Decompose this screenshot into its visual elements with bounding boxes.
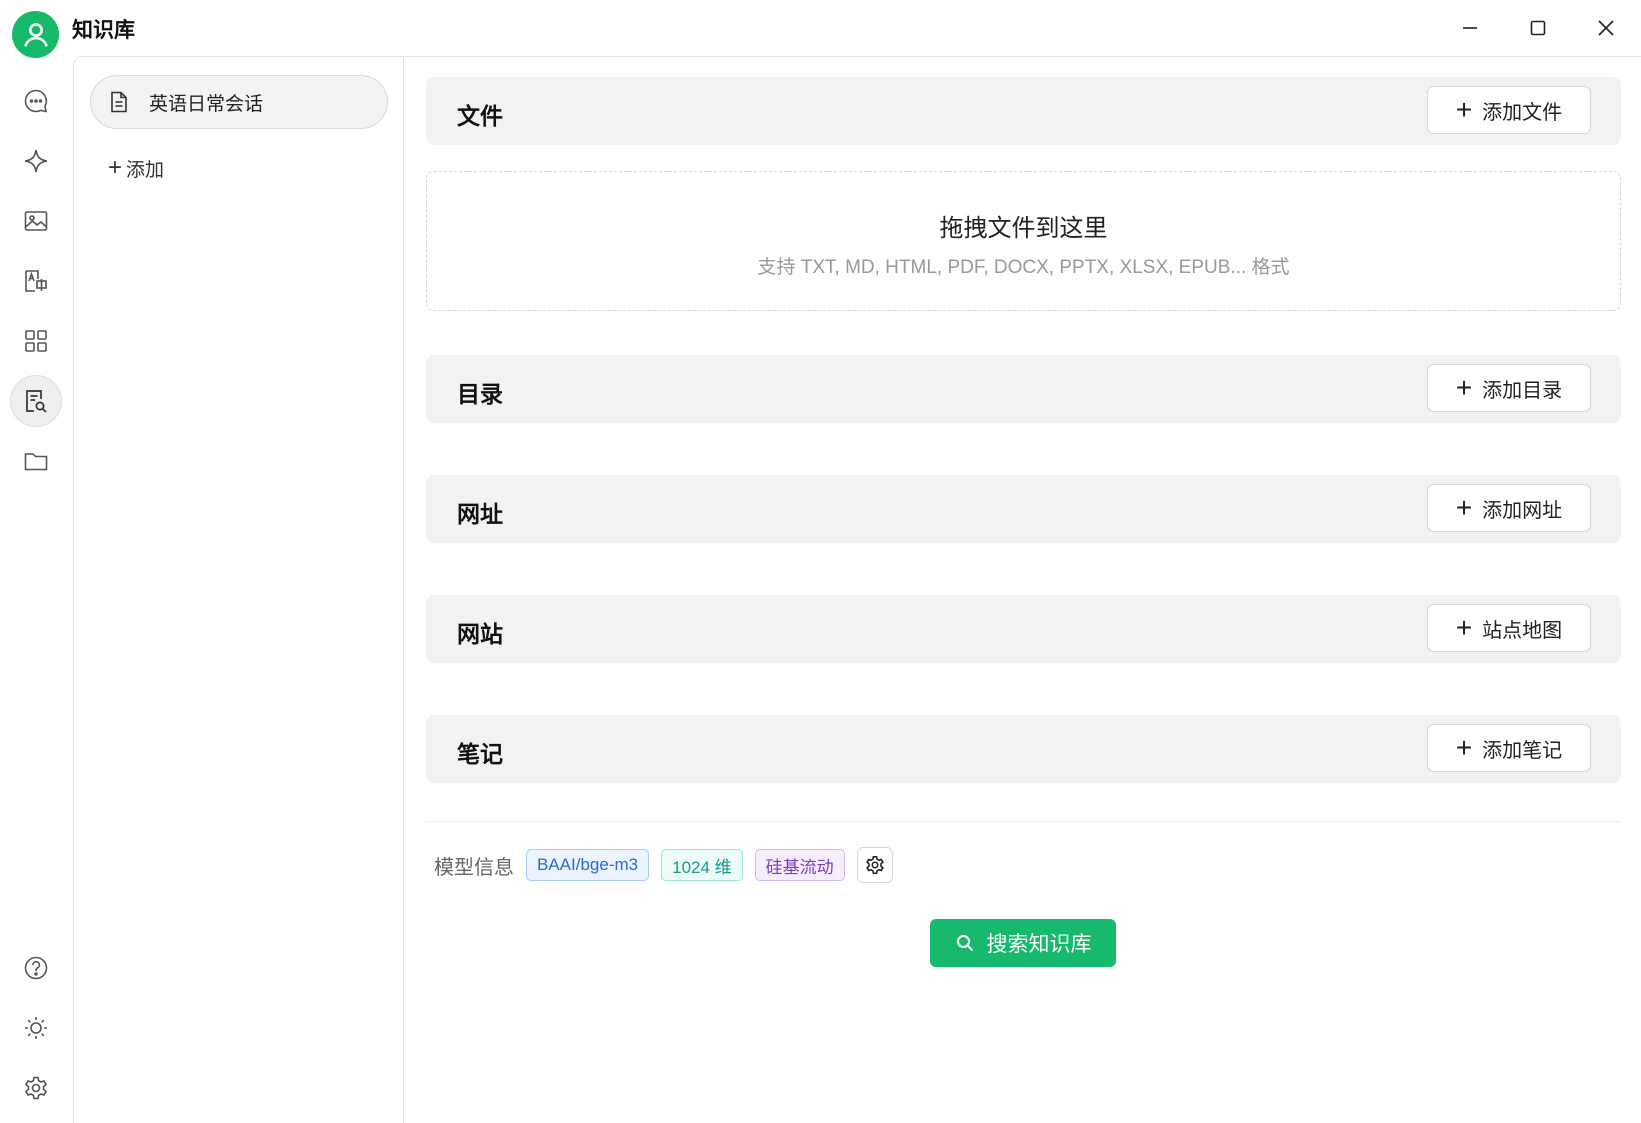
notes-section-title: 笔记 — [457, 741, 503, 767]
add-knowledge-base-label: 添加 — [126, 159, 165, 181]
kb-list-item-label: 英语日常会话 — [149, 93, 264, 115]
add-sitemap-label: 站点地图 — [1482, 619, 1563, 642]
knowledge-base-icon — [26, 390, 47, 413]
kb-list-item[interactable]: 英语日常会话 — [90, 75, 388, 129]
icon-rail — [0, 56, 72, 1123]
plus-icon: + — [108, 154, 123, 181]
search-knowledge-base-button[interactable]: 搜索知识库 — [930, 919, 1116, 967]
rail-files[interactable] — [10, 435, 62, 487]
add-directory-button[interactable]: + 添加目录 — [1427, 364, 1591, 412]
apps-grid-icon — [25, 330, 47, 352]
translate-icon — [25, 270, 47, 292]
maximize-icon — [1530, 20, 1546, 36]
add-directory-label: 添加目录 — [1482, 379, 1563, 402]
plus-icon: + — [1455, 612, 1473, 643]
theme-sun-icon — [25, 1017, 47, 1039]
rail-image[interactable] — [10, 195, 62, 247]
files-section-title: 文件 — [457, 103, 503, 129]
add-note-button[interactable]: + 添加笔记 — [1427, 724, 1591, 772]
search-knowledge-base-label: 搜索知识库 — [986, 933, 1092, 956]
model-settings-button[interactable] — [856, 847, 893, 883]
rail-apps[interactable] — [10, 315, 62, 367]
embedding-model-tag: BAAI/bge-m3 — [526, 849, 650, 881]
plus-icon: + — [1455, 492, 1473, 523]
file-dropzone[interactable]: 拖拽文件到这里 支持 TXT, MD, HTML, PDF, DOCX, PPT… — [426, 171, 1621, 311]
rail-settings[interactable] — [10, 1062, 62, 1114]
search-icon — [956, 935, 973, 952]
add-file-label: 添加文件 — [1482, 101, 1563, 124]
add-knowledge-base-button[interactable]: + 添加 — [108, 153, 164, 183]
minimize-button[interactable] — [1447, 10, 1493, 46]
rail-help[interactable] — [10, 942, 62, 994]
directory-section-title: 目录 — [457, 381, 503, 407]
website-section-title: 网站 — [457, 621, 503, 647]
rail-translate[interactable] — [10, 255, 62, 307]
gear-icon — [865, 855, 884, 875]
url-section: 网址 + 添加网址 — [426, 475, 1621, 543]
title-bar: 知识库 — [0, 0, 1641, 58]
files-section: 文件 + 添加文件 — [426, 77, 1621, 145]
url-section-title: 网址 — [457, 501, 503, 527]
knowledge-base-detail: 文件 + 添加文件 拖拽文件到这里 支持 TXT, MD, HTML, PDF,… — [405, 56, 1641, 1123]
dimensions-tag: 1024 维 — [661, 849, 743, 881]
model-info-label: 模型信息 — [434, 856, 514, 879]
notes-section: 笔记 + 添加笔记 — [426, 715, 1621, 783]
image-icon — [24, 211, 48, 231]
plus-icon: + — [1455, 372, 1473, 403]
knowledge-base-list: 英语日常会话 + 添加 — [73, 56, 404, 1123]
rail-knowledge-base[interactable] — [10, 375, 62, 427]
settings-gear-icon — [24, 1076, 48, 1100]
rail-theme[interactable] — [10, 1002, 62, 1054]
maximize-button[interactable] — [1515, 10, 1561, 46]
add-url-button[interactable]: + 添加网址 — [1427, 484, 1591, 532]
folder-icon — [24, 453, 48, 471]
document-icon — [111, 91, 127, 113]
add-sitemap-button[interactable]: + 站点地图 — [1427, 604, 1591, 652]
chat-icon — [24, 89, 48, 113]
directory-section: 目录 + 添加目录 — [426, 355, 1621, 423]
add-note-label: 添加笔记 — [1482, 739, 1563, 762]
help-icon — [24, 956, 48, 980]
sparkle-icon — [24, 149, 48, 173]
add-url-label: 添加网址 — [1482, 499, 1563, 522]
close-icon — [1598, 20, 1614, 36]
dropzone-hint: 支持 TXT, MD, HTML, PDF, DOCX, PPTX, XLSX,… — [757, 257, 1290, 278]
rail-chat[interactable] — [10, 75, 62, 127]
plus-icon: + — [1455, 732, 1473, 763]
dropzone-title: 拖拽文件到这里 — [939, 215, 1108, 242]
plus-icon: + — [1455, 94, 1473, 125]
avatar[interactable] — [12, 11, 59, 58]
close-button[interactable] — [1583, 10, 1629, 46]
divider — [426, 821, 1621, 822]
user-icon — [23, 22, 48, 47]
model-info-row: 模型信息 BAAI/bge-m3 1024 维 硅基流动 — [434, 847, 893, 883]
website-section: 网站 + 站点地图 — [426, 595, 1621, 663]
provider-tag: 硅基流动 — [754, 849, 845, 881]
app-title: 知识库 — [72, 19, 135, 42]
rail-assistant[interactable] — [10, 135, 62, 187]
minimize-icon — [1463, 27, 1477, 29]
add-file-button[interactable]: + 添加文件 — [1427, 86, 1591, 134]
